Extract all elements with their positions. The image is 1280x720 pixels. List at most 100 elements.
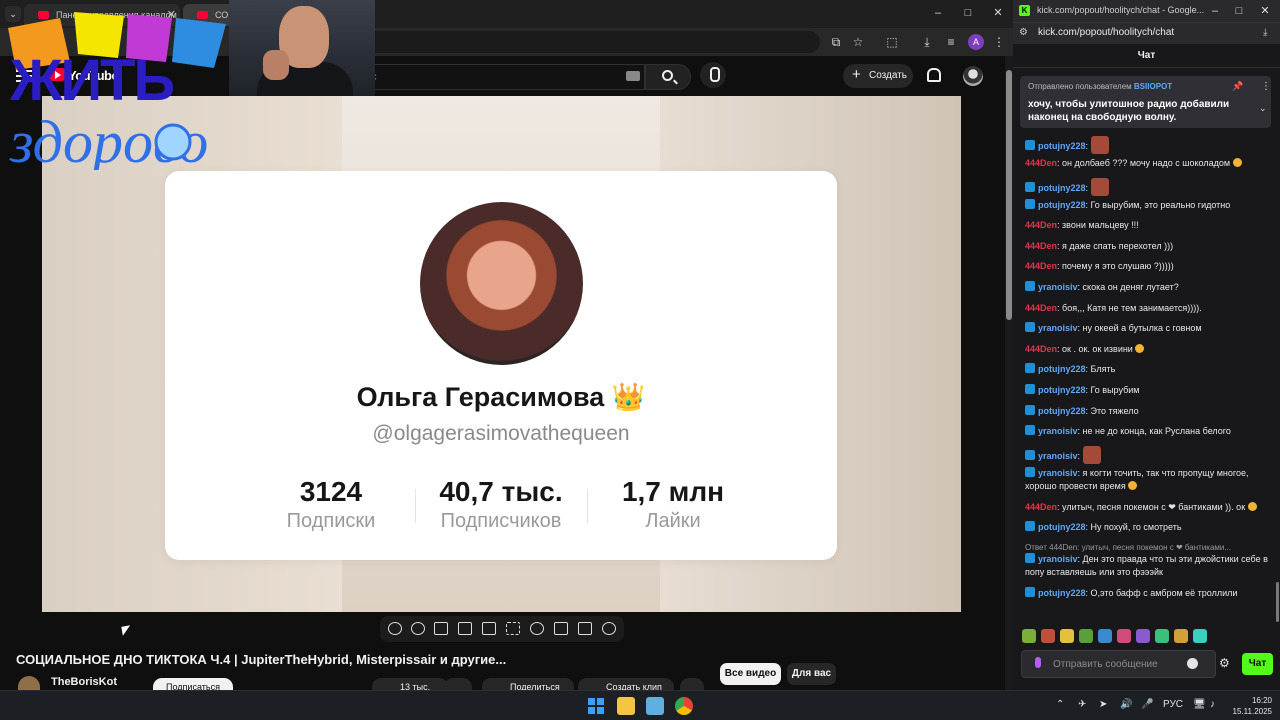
add-frame-icon[interactable] [554, 622, 568, 635]
chat-username[interactable]: 444Den [1025, 241, 1057, 251]
install-app-icon[interactable]: ⧉ [828, 34, 844, 50]
chat-username[interactable]: potujny228 [1038, 588, 1086, 598]
chat-message[interactable]: potujny228: Это тяжело [1025, 404, 1271, 426]
video-player[interactable]: Ольга Герасимова 👑 @olgagerasimovatheque… [42, 96, 961, 612]
chat-message[interactable]: yranoisiv: я когти точить, так что пропу… [1025, 466, 1271, 501]
minimize-button[interactable]: – [926, 4, 950, 22]
chat-message[interactable]: 444Den: он долбаеб ??? мочу надо с шокол… [1025, 157, 1271, 178]
chat-settings-gear-icon[interactable]: ⚙ [1219, 656, 1230, 670]
clip-button[interactable]: Создать клип [578, 678, 674, 690]
screenshot-icon[interactable] [578, 622, 592, 635]
chip-for-you[interactable]: Для вас [787, 663, 836, 685]
pinned-menu-icon[interactable]: ⋮ [1261, 81, 1271, 92]
chat-username[interactable]: potujny228 [1038, 141, 1086, 151]
crop-icon[interactable] [506, 622, 520, 635]
chat-message[interactable]: 444Den: ок . ок. ок извини [1025, 343, 1271, 364]
chat-message[interactable]: potujny228: О,это бафф с амбром её тролл… [1025, 586, 1271, 608]
notifications-bell-icon[interactable] [927, 68, 941, 82]
volume-icon[interactable]: 🔊 [1120, 699, 1132, 710]
browser-profile-avatar[interactable]: A [968, 34, 984, 50]
notepad-icon[interactable] [646, 697, 664, 715]
keyboard-icon[interactable] [626, 71, 640, 81]
share-button[interactable]: Поделиться [482, 678, 574, 690]
system-clock[interactable]: 16:20 15.11.2025 [1228, 695, 1272, 717]
chat-username[interactable]: 444Den [1025, 261, 1057, 271]
keyboard-language[interactable]: РУС [1163, 699, 1183, 710]
chat-scrollbar[interactable] [1275, 70, 1280, 630]
quick-emote-icon[interactable] [1041, 629, 1055, 643]
quick-emote-icon[interactable] [1022, 629, 1036, 643]
quick-emote-icon[interactable] [1098, 629, 1112, 643]
chat-username[interactable]: potujny228 [1038, 364, 1086, 374]
chat-username[interactable]: yranoisiv [1038, 554, 1078, 564]
chat-username[interactable]: potujny228 [1038, 522, 1086, 532]
chat-input[interactable]: Отправить сообщение [1021, 650, 1216, 678]
chat-close-button[interactable]: ✕ [1253, 2, 1277, 20]
close-window-button[interactable]: ✕ [986, 4, 1010, 22]
cinema-icon[interactable] [434, 622, 448, 635]
quick-emote-icon[interactable] [1155, 629, 1169, 643]
chat-message[interactable]: 444Den: улитыч, песня покемон с ❤ бантик… [1025, 501, 1271, 522]
microphone-icon[interactable]: 🎤 [1141, 699, 1153, 710]
chat-username[interactable]: 444Den [1025, 502, 1057, 512]
quick-emote-icon[interactable] [1193, 629, 1207, 643]
chat-username[interactable]: 444Den [1025, 344, 1057, 354]
site-settings-icon[interactable]: ⚙ [1019, 27, 1028, 38]
chat-send-button[interactable]: Чат [1242, 653, 1273, 675]
quick-emote-icon[interactable] [1079, 629, 1093, 643]
settings-gear-icon[interactable] [602, 622, 616, 635]
channel-name[interactable]: TheBorisKot [51, 676, 117, 688]
chat-username[interactable]: 444Den [1025, 220, 1057, 230]
quick-emote-icon[interactable] [1174, 629, 1188, 643]
chat-username[interactable]: 444Den [1025, 303, 1057, 313]
chat-message[interactable]: potujny228: Блять [1025, 363, 1271, 384]
chat-username[interactable]: yranoisiv [1038, 451, 1078, 461]
audio-icon[interactable] [411, 622, 425, 635]
chip-all-videos[interactable]: Все видео [720, 663, 781, 685]
file-explorer-icon[interactable] [617, 697, 635, 715]
scrollbar-thumb[interactable] [1006, 70, 1012, 320]
extensions-icon[interactable]: ⬚ [884, 34, 900, 50]
create-button[interactable]: + Создать [843, 64, 913, 88]
quick-emote-icon[interactable] [1117, 629, 1131, 643]
chat-maximize-button[interactable]: □ [1227, 2, 1251, 20]
channel-avatar[interactable] [18, 676, 40, 690]
chat-minimize-button[interactable]: – [1203, 2, 1227, 20]
chat-username[interactable]: yranoisiv [1038, 323, 1078, 333]
chat-message[interactable]: potujny228: [1025, 177, 1271, 199]
media-control-icon[interactable]: ≡ [943, 34, 959, 50]
chat-message[interactable]: 444Den: я даже спать перехотел ))) [1025, 240, 1271, 261]
chat-message[interactable]: 444Den: звони мальцеву !!! [1025, 219, 1271, 240]
start-windows-icon[interactable] [588, 698, 604, 714]
chat-username[interactable]: 444Den [1025, 158, 1057, 168]
chat-message[interactable]: yranoisiv: [1025, 445, 1271, 467]
resize-icon[interactable] [482, 622, 496, 635]
chat-url[interactable]: kick.com/popout/hoolitych/chat [1038, 27, 1174, 38]
like-button[interactable]: 13 тыс. [372, 678, 448, 690]
chat-message[interactable]: 444Den: почему я это слушаю ?))))) [1025, 260, 1271, 281]
clapper-icon[interactable] [458, 622, 472, 635]
search-input[interactable]: с [360, 64, 645, 90]
chrome-icon[interactable] [675, 697, 693, 715]
speed-icon[interactable] [530, 622, 544, 635]
pinned-message[interactable]: Отправлено пользователем BSIIOPOT 📌 ⋮ хо… [1020, 76, 1271, 128]
more-actions-button[interactable] [680, 678, 704, 690]
chat-message[interactable]: potujny228: Го вырубим, это реально гидо… [1025, 198, 1271, 220]
network-icon[interactable]: 🖥 [1193, 699, 1206, 710]
dislike-button[interactable] [444, 678, 472, 690]
emoji-picker-icon[interactable] [1187, 658, 1198, 669]
downloads-icon[interactable]: ⤓ [919, 34, 935, 50]
maximize-button[interactable]: □ [956, 4, 980, 22]
bookmark-star-icon[interactable]: ☆ [850, 34, 866, 50]
chat-username[interactable]: potujny228 [1038, 406, 1086, 416]
loop-icon[interactable] [388, 622, 402, 635]
chat-mic-icon[interactable] [1035, 657, 1041, 668]
search-button[interactable] [645, 64, 691, 90]
chat-username[interactable]: yranoisiv [1038, 468, 1078, 478]
chat-message[interactable]: 444Den: боя,,, Катя не тем занимается)))… [1025, 302, 1271, 323]
chat-username[interactable]: yranoisiv [1038, 282, 1078, 292]
subscribe-button[interactable]: Подписаться [153, 678, 233, 690]
page-scrollbar[interactable] [1005, 56, 1013, 690]
chat-scrollbar-thumb[interactable] [1276, 582, 1279, 622]
sound-icon[interactable]: ♪ [1210, 699, 1215, 710]
